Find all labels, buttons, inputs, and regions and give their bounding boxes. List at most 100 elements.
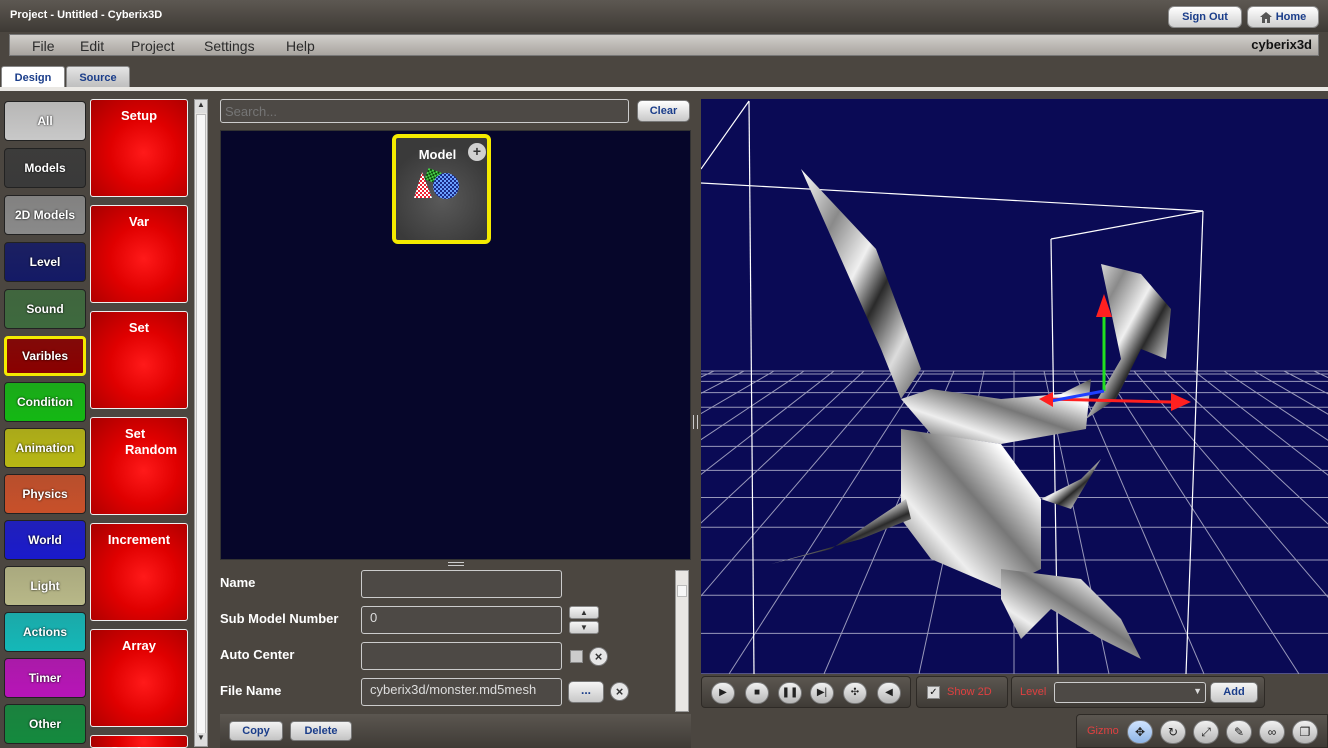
category-light[interactable]: Light [4,566,86,606]
menu-edit[interactable]: Edit [80,38,104,54]
window-title: Project - Untitled - Cyberix3D [10,9,163,21]
block-increment[interactable]: Increment [90,523,188,621]
add-icon[interactable]: + [468,143,486,161]
copy-tool-icon[interactable]: ❐ [1292,720,1318,744]
block-label: Var [128,214,150,229]
brand-logo: cyberix3d [1251,37,1312,52]
category-animation[interactable]: Animation [4,428,86,468]
bounding-box [701,100,1204,674]
block-var[interactable]: Var [90,205,188,303]
step-forward-icon[interactable]: ▶| [810,682,834,704]
playback-controls: ▶ ■ ❚❚ ▶| ✣ ◀ [701,676,911,708]
file-name-clear-icon[interactable]: × [610,682,629,701]
block-label: Set [128,320,150,335]
properties-scroll-thumb[interactable] [677,585,687,597]
copy-button[interactable]: Copy [229,721,283,741]
move-tool-icon[interactable]: ✥ [1127,720,1153,744]
category-all[interactable]: All [4,101,86,141]
menu-help[interactable]: Help [286,38,315,54]
link-tool-icon[interactable]: ∞ [1259,720,1285,744]
properties-panel: Name Sub Model Number 0 ▲ ▼ Auto Center … [220,568,691,714]
gizmo-label: Gizmo [1087,725,1119,737]
model-icon [414,168,459,199]
home-label: Home [1275,11,1307,23]
menu-file[interactable]: File [32,38,55,54]
category-world[interactable]: World [4,520,86,560]
level-dropdown[interactable]: ▼ [1054,682,1206,703]
sign-out-button[interactable]: Sign Out [1168,6,1242,28]
category-other[interactable]: Other [4,704,86,744]
block-label: Setup [120,108,158,123]
monster-model [771,169,1171,659]
play-icon[interactable]: ▶ [711,682,735,704]
menu-bar: File Edit Project Settings Help cyberix3… [9,34,1319,56]
block-label: Get Array [91,744,187,748]
block-get-array[interactable]: Get Array [90,735,188,748]
scroll-up-arrow[interactable]: ▲ [195,100,207,113]
clear-search-button[interactable]: Clear [637,100,690,122]
palette-splitter[interactable] [220,560,691,568]
name-field[interactable] [361,570,562,598]
home-button[interactable]: Home [1247,6,1319,28]
auto-center-clear-icon[interactable]: × [589,647,608,666]
search-input[interactable] [220,99,629,123]
browse-button[interactable]: ... [568,681,604,703]
menu-project[interactable]: Project [131,38,175,54]
splitter-grip[interactable] [448,562,464,566]
name-label: Name [220,575,256,590]
fullscreen-icon[interactable]: ✣ [843,682,867,704]
category-level[interactable]: Level [4,242,86,282]
speaker-icon[interactable]: ◀ [877,682,901,704]
block-label: Array [122,638,156,653]
3d-viewport[interactable] [701,99,1328,674]
level-label: Level [1020,686,1047,698]
stop-icon[interactable]: ■ [745,682,769,704]
category-condition[interactable]: Condition [4,382,86,422]
title-bar: Project - Untitled - Cyberix3D Sign Out … [0,0,1328,32]
properties-scrollbar[interactable] [675,570,689,712]
block-label: Increment [107,532,171,547]
auto-center-field[interactable] [361,642,562,670]
category-models[interactable]: Models [4,148,86,188]
block-array[interactable]: Array [90,629,188,727]
stepper-up-button[interactable]: ▲ [569,606,599,619]
scroll-down-arrow[interactable]: ▼ [195,733,207,746]
rotate-tool-icon[interactable]: ↻ [1160,720,1186,744]
pen-tool-icon[interactable]: ✎ [1226,720,1252,744]
category-physics[interactable]: Physics [4,474,86,514]
delete-button[interactable]: Delete [290,721,352,741]
block-set[interactable]: Set [90,311,188,409]
scene-canvas[interactable] [701,99,1328,674]
vsplit-grip[interactable] [693,415,698,429]
show-2d-toggle[interactable]: ✓ Show 2D [916,676,1008,708]
stepper-down-button[interactable]: ▼ [569,621,599,634]
menu-settings[interactable]: Settings [204,38,255,54]
scroll-thumb[interactable] [196,114,206,734]
viewport-splitter[interactable] [692,99,700,748]
pause-icon[interactable]: ❚❚ [778,682,802,704]
chevron-down-icon: ▼ [1193,686,1202,696]
block-label: Set Random [125,426,177,457]
sub-model-field[interactable]: 0 [361,606,562,634]
tab-design[interactable]: Design [1,66,65,88]
scale-tool-icon[interactable]: ⤢ [1193,720,1219,744]
home-icon [1259,11,1272,23]
model-component-card[interactable]: Model + [392,134,491,244]
block-setup[interactable]: Setup [90,99,188,197]
auto-center-checkbox[interactable] [570,650,583,663]
file-name-field[interactable]: cyberix3d/monster.md5mesh [361,678,562,706]
model-card-label: Model [418,147,457,162]
category-varibles[interactable]: Varibles [4,336,86,376]
category-actions[interactable]: Actions [4,612,86,652]
level-selector: Level ▼ Add [1011,676,1265,708]
palette-actions-bar: Copy Delete [220,714,691,748]
category-timer[interactable]: Timer [4,658,86,698]
show-2d-label: Show 2D [947,686,992,698]
category-2d-models[interactable]: 2D Models [4,195,86,235]
show-2d-checkbox[interactable]: ✓ [927,686,940,699]
tab-source[interactable]: Source [66,66,130,88]
blocks-scrollbar[interactable]: ▲ ▼ [194,99,208,747]
category-sound[interactable]: Sound [4,289,86,329]
add-level-button[interactable]: Add [1210,682,1258,703]
block-set-random[interactable]: Set Random [90,417,188,515]
